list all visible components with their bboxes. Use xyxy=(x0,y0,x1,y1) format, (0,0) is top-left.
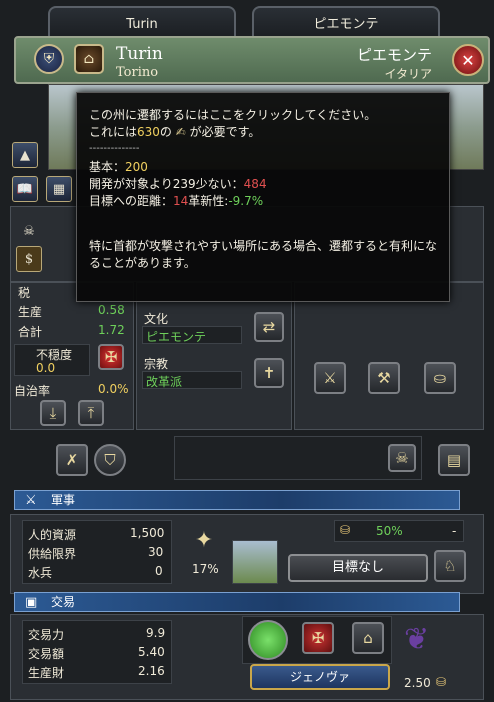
religion-cross-icon[interactable]: ✝ xyxy=(254,358,284,388)
trade-value-value: 5.40 xyxy=(138,645,165,659)
coin-stack-icon: ⛁ xyxy=(340,523,351,537)
increase-autonomy-icon[interactable]: ⤒ xyxy=(78,400,104,426)
trade-section-title: 交易 xyxy=(51,595,76,609)
military-section-bar: ⚔ 軍事 xyxy=(14,490,460,510)
religion-label: 宗教 xyxy=(144,357,169,371)
rebel-icon[interactable]: ✠ xyxy=(98,344,124,370)
tooltip-cost: 630 xyxy=(137,125,160,139)
country-name: イタリア xyxy=(384,67,432,81)
total-value: 1.72 xyxy=(98,323,125,337)
production-label: 生産 xyxy=(18,305,43,319)
horn-icon[interactable]: ♘ xyxy=(434,550,466,582)
total-label: 合計 xyxy=(18,325,43,339)
cancel-action-icon[interactable]: ✗ xyxy=(56,444,88,476)
goal-button[interactable]: 目標なし xyxy=(288,554,428,582)
shield-icon[interactable]: ⛨ xyxy=(34,44,64,74)
trade-power-value: 9.9 xyxy=(146,626,166,640)
skull-action-icon[interactable]: ☠ xyxy=(388,444,416,472)
trade-section-bar: ▣ 交易 xyxy=(14,592,460,612)
trade-emblem-icon[interactable]: ✠ xyxy=(302,622,334,654)
trade-power-label: 交易力 xyxy=(28,628,65,642)
change-culture-icon[interactable]: ⇄ xyxy=(254,312,284,342)
autonomy-value: 0.0% xyxy=(98,382,129,396)
production-value: 0.58 xyxy=(98,303,125,317)
trade-node-button[interactable]: ジェノヴァ xyxy=(250,664,390,690)
hammer-icon[interactable]: ⚒ xyxy=(368,362,400,394)
trade-building-icon[interactable]: ⌂ xyxy=(352,622,384,654)
skull-icon: ☠ xyxy=(16,218,42,244)
tooltip-dev-row: 開発が対象より239少ない：484 xyxy=(89,177,267,191)
star-swords-icon: ✦ xyxy=(194,527,214,553)
sailors-value: 0 xyxy=(155,564,163,578)
trade-goods-value: 2.16 xyxy=(138,664,165,678)
religion-value: 改革派 xyxy=(146,375,183,389)
progress-end: - xyxy=(452,524,457,538)
supply-value: 30 xyxy=(148,545,164,559)
shield-action-icon[interactable]: ⛉ xyxy=(94,444,126,476)
move-capital-tooltip: この州に遷都するにはここをクリックしてください。 これには630の ✍ が必要で… xyxy=(76,92,450,302)
tooltip-note2: ることがあります。 xyxy=(89,256,196,270)
gold-coin-icon: ⛁ xyxy=(436,675,447,689)
tooltip-base-row: 基本：200 xyxy=(89,160,148,174)
crossed-swords-icon[interactable]: ⚔ xyxy=(314,362,346,394)
trade-value-label: 交易額 xyxy=(28,647,65,661)
tax-label: 税 xyxy=(18,286,31,300)
province-name: Turin xyxy=(116,44,163,64)
culture-label: 文化 xyxy=(144,312,169,326)
decrease-autonomy-icon[interactable]: ⤓ xyxy=(40,400,66,426)
sailors-label: 水兵 xyxy=(28,566,53,580)
tooltip-separator: -------------- xyxy=(89,143,140,154)
culture-value: ピエモンテ xyxy=(146,330,207,344)
trade-status-indicator[interactable] xyxy=(248,620,288,660)
tooltip-line2: これには630の ✍ が必要です。 xyxy=(89,125,261,139)
supply-label: 供給限界 xyxy=(28,547,77,561)
tooltip-dist-row: 目標への距離：14革新性:-9.7% xyxy=(89,194,264,208)
modifiers-box xyxy=(174,436,422,480)
buildings-icon[interactable]: ▦ xyxy=(46,176,72,202)
trade-goods-label: 生産財 xyxy=(28,666,65,680)
manpower-value: 1,500 xyxy=(130,526,165,540)
province-local-name: Torino xyxy=(116,65,159,80)
goods-price: 2.50 xyxy=(404,676,431,690)
fort-percent: 17% xyxy=(192,562,219,576)
capital-move-icon[interactable]: ⌂ xyxy=(74,44,104,74)
tooltip-line1: この州に遷都するにはここをクリックしてください。 xyxy=(89,108,377,122)
tab-province[interactable]: Turin xyxy=(48,6,236,40)
close-button[interactable]: ✕ xyxy=(452,44,484,76)
terrain-icon: ▲ xyxy=(12,142,38,168)
progress-value: 50% xyxy=(376,524,403,538)
tooltip-note1: 特に首都が攻撃されやすい場所にある場合、遷都すると有利にな xyxy=(89,239,438,253)
coin-icon[interactable]: ⛀ xyxy=(424,362,456,394)
trade-goods-section-icon: ▣ xyxy=(25,595,38,610)
province-header: ⛨ ⌂ Turin Torino ピエモンテ イタリア ✕ xyxy=(14,36,490,84)
region-name: ピエモンテ xyxy=(356,46,432,64)
book-icon[interactable]: 📖 xyxy=(12,176,38,202)
admin-power-icon: ✍ xyxy=(171,125,190,139)
wine-grapes-icon: ❦ xyxy=(404,622,430,657)
actions-panel xyxy=(294,282,484,430)
crossed-swords-section-icon: ⚔ xyxy=(25,493,37,508)
autonomy-label: 自治率 xyxy=(14,384,51,398)
tab-region[interactable]: ピエモンテ xyxy=(252,6,440,40)
fort-image xyxy=(232,540,278,584)
manpower-label: 人的資源 xyxy=(28,528,77,542)
unrest-value: 0.0 xyxy=(36,361,56,375)
treasury-icon: $ xyxy=(16,246,42,272)
ledger-icon[interactable]: ▤ xyxy=(438,444,470,476)
military-section-title: 軍事 xyxy=(51,493,76,507)
